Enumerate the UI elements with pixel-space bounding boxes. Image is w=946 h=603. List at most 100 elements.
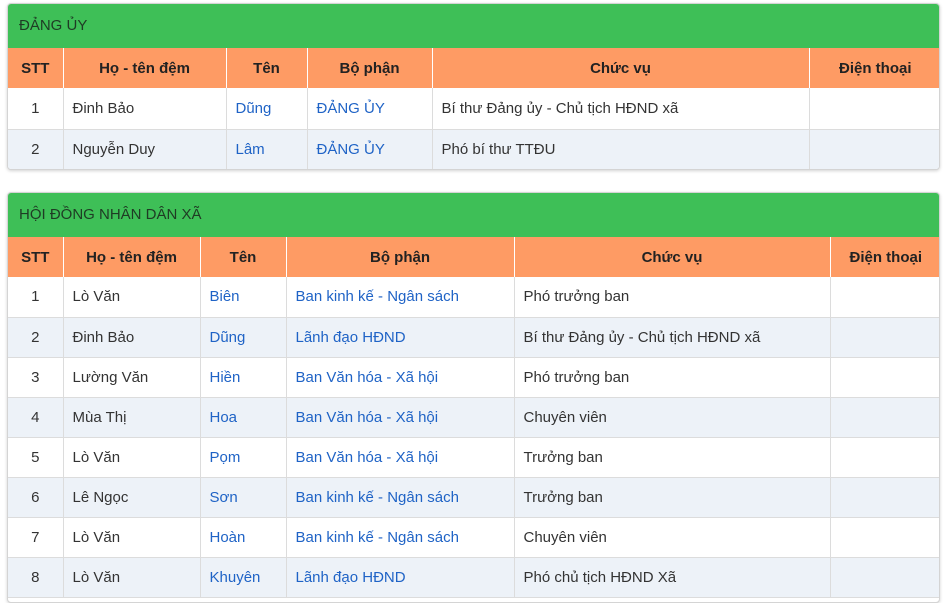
cell-chuc-vu: Trưởng ban	[514, 477, 831, 518]
cell-ten: Lâm	[226, 129, 308, 169]
cell-dien-thoai	[830, 557, 939, 598]
cell-ten: Dũng	[200, 317, 287, 358]
cell-chuc-vu: Bí thư Đảng ủy - Chủ tịch HĐND xã	[432, 88, 810, 130]
section-hoi-dong-nhan-dan: HỘI ĐỒNG NHÂN DÂN XÃ STT Họ - tên đệm Tê…	[7, 192, 940, 603]
col-header-bo-phan: Bộ phận	[307, 48, 433, 88]
cell-ho-ten-dem: Lò Văn	[63, 517, 201, 558]
cell-dien-thoai	[830, 317, 939, 358]
section-dang-uy: ĐẢNG ỦY STT Họ - tên đệm Tên Bộ phận Chứ…	[7, 3, 940, 170]
cell-bo-phan: Lãnh đạo HĐND	[286, 317, 515, 358]
cell-ten: Sơn	[200, 477, 287, 518]
cell-chuc-vu: Chuyên viên	[514, 517, 831, 558]
cell-bo-phan: ĐẢNG ỦY	[307, 129, 433, 169]
cell-bo-phan: Ban Văn hóa - Xã hội	[286, 397, 515, 438]
section-title: ĐẢNG ỦY	[8, 4, 939, 48]
cell-stt: 6	[8, 477, 64, 518]
cell-ten: Khuyên	[200, 557, 287, 598]
ten-link[interactable]: Hoàn	[210, 529, 246, 546]
cell-ho-ten-dem: Lê Ngọc	[63, 477, 201, 518]
col-header-stt: STT	[8, 48, 64, 88]
table-row: 2 Đinh Bảo Dũng Lãnh đạo HĐND Bí thư Đản…	[8, 317, 939, 358]
cell-ten: Hoàn	[200, 517, 287, 558]
bo-phan-link[interactable]: Ban Văn hóa - Xã hội	[296, 449, 439, 466]
ten-link[interactable]: Biên	[210, 288, 240, 305]
cell-stt: 4	[8, 397, 64, 438]
cell-chuc-vu: Phó bí thư TTĐU	[432, 129, 810, 169]
section-title: HỘI ĐỒNG NHÂN DÂN XÃ	[8, 193, 939, 237]
cell-bo-phan: Ban Văn hóa - Xã hội	[286, 437, 515, 478]
cell-dien-thoai	[830, 477, 939, 518]
table-row: 2 Nguyễn Duy Lâm ĐẢNG ỦY Phó bí thư TTĐU	[8, 129, 939, 169]
cell-chuc-vu: Trưởng ban	[514, 437, 831, 478]
cell-stt: 5	[8, 437, 64, 478]
ten-link[interactable]: Pọm	[210, 449, 241, 466]
cell-ten: Dũng	[226, 88, 308, 130]
cell-chuc-vu: Chuyên viên	[514, 397, 831, 438]
cell-stt: 7	[8, 517, 64, 558]
bo-phan-link[interactable]: Ban Văn hóa - Xã hội	[296, 409, 439, 426]
col-header-stt: STT	[8, 237, 64, 277]
table-header-row: STT Họ - tên đệm Tên Bộ phận Chức vụ Điệ…	[8, 237, 939, 277]
col-header-ten: Tên	[200, 237, 287, 277]
cell-bo-phan: Ban kinh kế - Ngân sách	[286, 517, 515, 558]
cell-ho-ten-dem: Lường Văn	[63, 357, 201, 398]
bo-phan-link[interactable]: Ban kinh kế - Ngân sách	[296, 529, 459, 546]
table-row: 1 Lò Văn Biên Ban kinh kế - Ngân sách Ph…	[8, 277, 939, 318]
cell-ho-ten-dem: Mùa Thị	[63, 397, 201, 438]
col-header-chuc-vu: Chức vụ	[514, 237, 831, 277]
cell-stt: 2	[8, 317, 64, 358]
cell-dien-thoai	[830, 357, 939, 398]
col-header-chuc-vu: Chức vụ	[432, 48, 810, 88]
cell-dien-thoai	[830, 517, 939, 558]
cell-dien-thoai	[830, 437, 939, 478]
cell-chuc-vu: Bí thư Đảng ủy - Chủ tịch HĐND xã	[514, 317, 831, 358]
col-header-bo-phan: Bộ phận	[286, 237, 515, 277]
col-header-ho-ten-dem: Họ - tên đệm	[63, 237, 201, 277]
cell-ten: Pọm	[200, 437, 287, 478]
table-row: 8 Lò Văn Khuyên Lãnh đạo HĐND Phó chủ tị…	[8, 557, 939, 598]
bo-phan-link[interactable]: Ban kinh kế - Ngân sách	[296, 489, 459, 506]
table-row: 1 Đinh Bảo Dũng ĐẢNG ỦY Bí thư Đảng ủy -…	[8, 88, 939, 130]
cell-bo-phan: Ban Văn hóa - Xã hội	[286, 357, 515, 398]
staff-table: STT Họ - tên đệm Tên Bộ phận Chức vụ Điệ…	[8, 237, 939, 598]
cell-ten: Hiền	[200, 357, 287, 398]
bo-phan-link[interactable]: Ban kinh kế - Ngân sách	[296, 288, 459, 305]
bo-phan-link[interactable]: ĐẢNG ỦY	[317, 100, 385, 117]
col-header-dien-thoai: Điện thoại	[809, 48, 939, 88]
ten-link[interactable]: Hoa	[210, 409, 238, 426]
bo-phan-link[interactable]: Lãnh đạo HĐND	[296, 569, 406, 586]
cell-dien-thoai	[830, 277, 939, 318]
cell-ten: Hoa	[200, 397, 287, 438]
cell-ten: Biên	[200, 277, 287, 318]
cell-chuc-vu: Phó chủ tịch HĐND Xã	[514, 557, 831, 598]
col-header-dien-thoai: Điện thoại	[830, 237, 939, 277]
ten-link[interactable]: Sơn	[210, 489, 238, 506]
cell-bo-phan: Lãnh đạo HĐND	[286, 557, 515, 598]
cell-ho-ten-dem: Lò Văn	[63, 437, 201, 478]
ten-link[interactable]: Dũng	[210, 329, 246, 346]
cell-ho-ten-dem: Lò Văn	[63, 277, 201, 318]
cell-bo-phan: ĐẢNG ỦY	[307, 88, 433, 130]
cell-ho-ten-dem: Nguyễn Duy	[63, 129, 227, 169]
bo-phan-link[interactable]: ĐẢNG ỦY	[317, 141, 385, 158]
cell-dien-thoai	[809, 129, 939, 169]
cell-dien-thoai	[809, 88, 939, 130]
bo-phan-link[interactable]: Lãnh đạo HĐND	[296, 329, 406, 346]
col-header-ho-ten-dem: Họ - tên đệm	[63, 48, 227, 88]
table-row: 7 Lò Văn Hoàn Ban kinh kế - Ngân sách Ch…	[8, 517, 939, 558]
cell-bo-phan: Ban kinh kế - Ngân sách	[286, 277, 515, 318]
cell-ho-ten-dem: Đinh Bảo	[63, 88, 227, 130]
cell-ho-ten-dem: Lò Văn	[63, 557, 201, 598]
cell-stt: 1	[8, 277, 64, 318]
ten-link[interactable]: Lâm	[236, 141, 265, 158]
ten-link[interactable]: Dũng	[236, 100, 272, 117]
bo-phan-link[interactable]: Ban Văn hóa - Xã hội	[296, 369, 439, 386]
table-row: 4 Mùa Thị Hoa Ban Văn hóa - Xã hội Chuyê…	[8, 397, 939, 438]
ten-link[interactable]: Khuyên	[210, 569, 261, 586]
cell-chuc-vu: Phó trưởng ban	[514, 357, 831, 398]
ten-link[interactable]: Hiền	[210, 369, 241, 386]
cell-bo-phan: Ban kinh kế - Ngân sách	[286, 477, 515, 518]
table-row: 5 Lò Văn Pọm Ban Văn hóa - Xã hội Trưởng…	[8, 437, 939, 478]
table-header-row: STT Họ - tên đệm Tên Bộ phận Chức vụ Điệ…	[8, 48, 939, 88]
cell-stt: 8	[8, 557, 64, 598]
